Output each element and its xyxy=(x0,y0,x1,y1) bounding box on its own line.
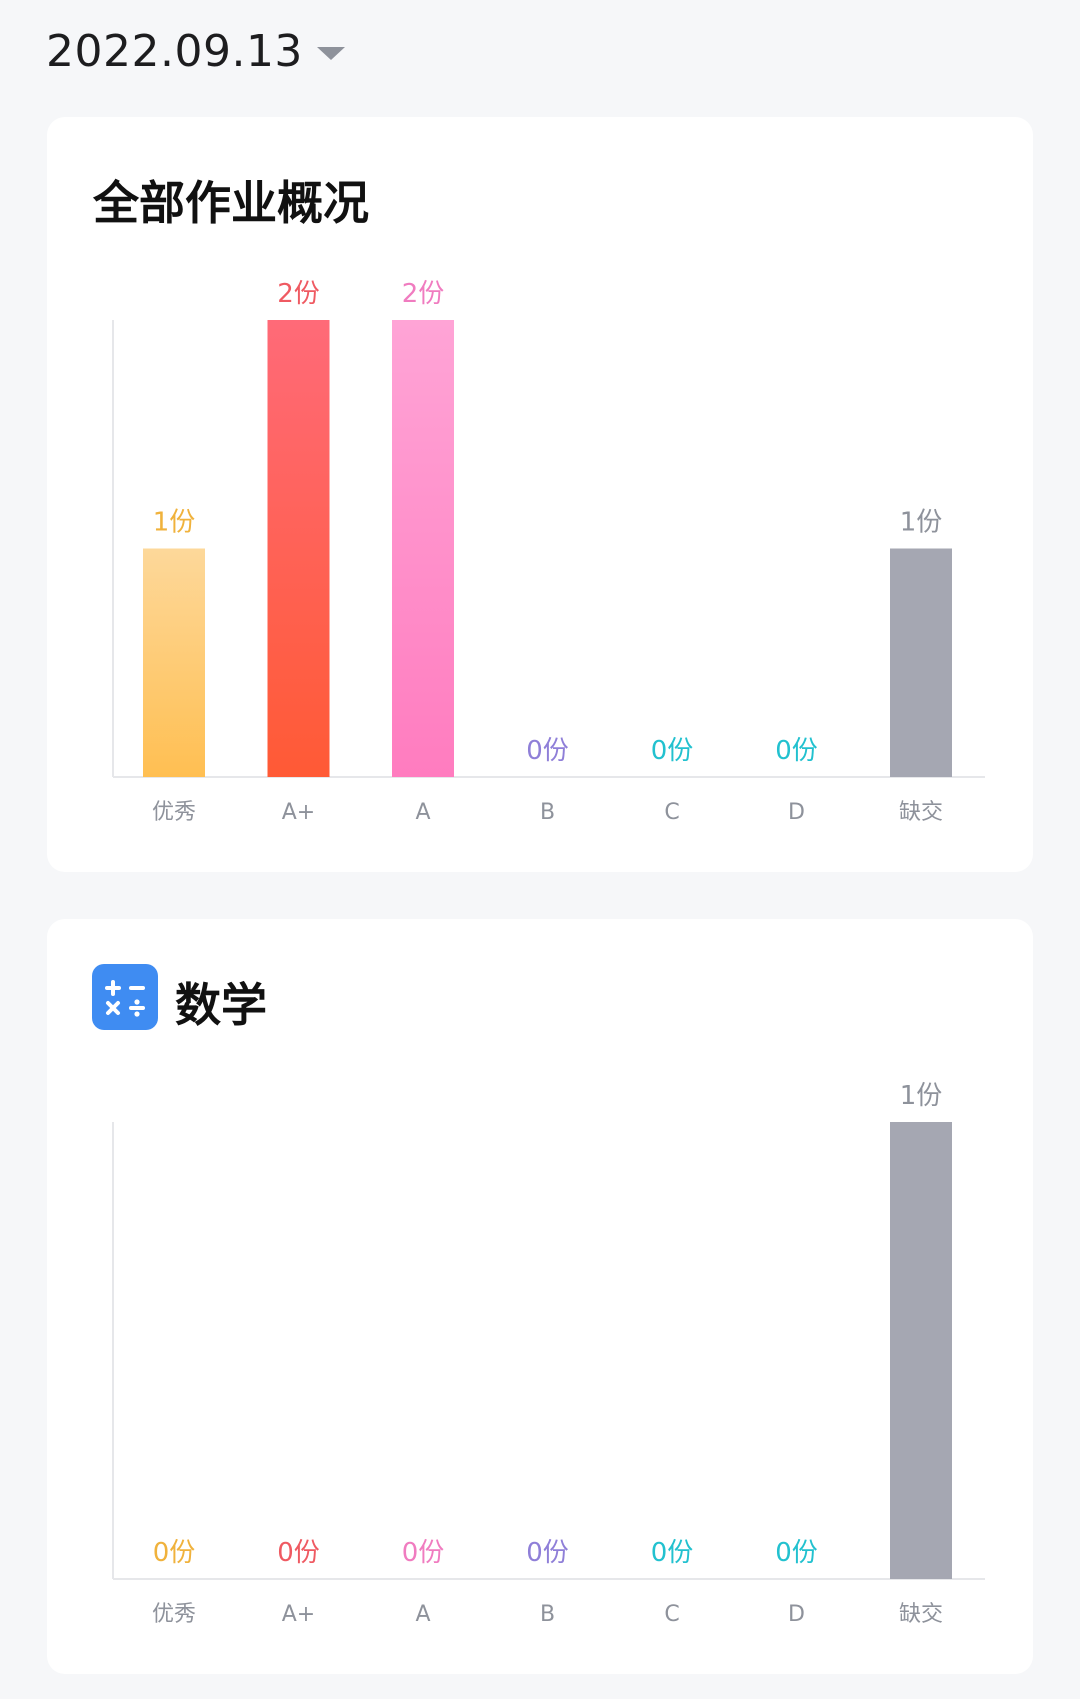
category-label-5: D xyxy=(788,1602,805,1627)
chevron-down-icon xyxy=(316,47,345,60)
category-label-4: C xyxy=(664,800,679,825)
category-label-4: C xyxy=(664,1602,679,1627)
value-label-4: 0份 xyxy=(651,1538,694,1568)
math-card: 数学 0份 优秀 0份 A+ 0份 A 0份 B 0份 C 0份 D 1份 缺交 xyxy=(47,919,1033,1674)
value-label-6: 1份 xyxy=(900,508,943,538)
value-label-3: 0份 xyxy=(526,736,569,766)
category-label-0: 优秀 xyxy=(152,800,196,825)
value-label-5: 0份 xyxy=(775,1538,818,1568)
category-label-0: 优秀 xyxy=(152,1602,196,1627)
category-label-2: A xyxy=(415,800,430,825)
category-label-1: A+ xyxy=(282,1602,315,1627)
value-label-5: 0份 xyxy=(775,736,818,766)
date-selector[interactable]: 2022.09.13 xyxy=(46,26,345,77)
bar-0[interactable] xyxy=(143,548,205,778)
value-label-0: 0份 xyxy=(153,1538,196,1568)
value-label-3: 0份 xyxy=(526,1538,569,1568)
date-text: 2022.09.13 xyxy=(46,26,303,77)
value-label-2: 0份 xyxy=(402,1538,445,1568)
bar-6[interactable] xyxy=(890,1122,952,1579)
overview-chart: 1份优秀 2份 A+ 2份 A 0份 B 0份 C 0份 D 1份缺交 xyxy=(112,279,985,825)
value-label-0: 1份 xyxy=(153,508,196,538)
category-label-1: A+ xyxy=(282,800,315,825)
overview-card: 全部作业概况 1份 优秀 2份 A+ 2份 A 0份 B 0份 C 0份 D 1份 缺交 xyxy=(47,117,1033,872)
category-label-6: 缺交 xyxy=(899,1602,943,1627)
bar-6[interactable] xyxy=(890,548,952,778)
math-chart: 0份优秀 0份 A+ 0份 A 0份 B 0份 C 0份 D 1份缺交 xyxy=(112,1081,985,1627)
category-label-5: D xyxy=(788,800,805,825)
category-label-3: B xyxy=(540,1602,555,1627)
value-label-4: 0份 xyxy=(651,736,694,766)
bar-2[interactable] xyxy=(392,320,454,777)
category-label-6: 缺交 xyxy=(899,800,943,825)
value-label-1: 0份 xyxy=(277,1538,320,1568)
category-label-2: A xyxy=(415,1602,430,1627)
value-label-1: 2份 xyxy=(277,279,320,309)
value-label-6: 1份 xyxy=(900,1081,943,1111)
category-label-3: B xyxy=(540,800,555,825)
bar-1[interactable] xyxy=(267,320,330,777)
value-label-2: 2份 xyxy=(402,279,445,309)
